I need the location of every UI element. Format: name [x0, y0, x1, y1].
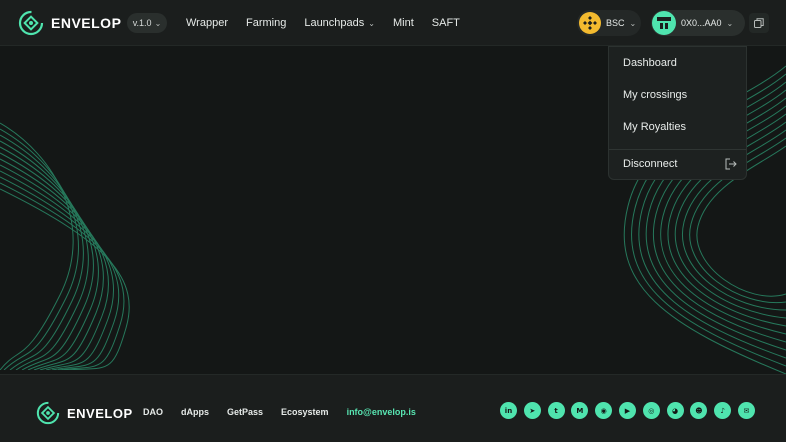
footer-logo[interactable]: ENVELOP — [36, 401, 133, 425]
top-navbar: ENVELOP v.1.0 ⌄ Wrapper Farming Launchpa… — [0, 0, 786, 46]
nav-saft-label: SAFT — [431, 17, 460, 29]
chevron-down-icon: ⌄ — [726, 18, 734, 28]
network-selector[interactable]: BSC ⌄ — [577, 10, 641, 36]
chevron-down-icon: ⌄ — [368, 18, 375, 28]
footer-link-getpass[interactable]: GetPass — [227, 407, 263, 417]
avatar-icon — [652, 11, 676, 35]
envelop-logo-icon — [36, 401, 60, 425]
footer-email-link[interactable]: info@envelop.is — [347, 407, 416, 417]
wallet-button[interactable]: 0X0...AA0 ⌄ — [651, 10, 745, 36]
bnb-icon — [579, 12, 601, 34]
menu-item-my-royalties[interactable]: My Royalties — [623, 121, 686, 133]
copy-address-button[interactable] — [749, 13, 769, 33]
menu-divider — [609, 149, 746, 150]
footer-links: DAO dApps GetPass Ecosystem info@envelop… — [143, 407, 416, 417]
reddit-icon[interactable]: ☻ — [690, 402, 708, 419]
envelop-logo-icon — [18, 10, 44, 36]
discord-icon[interactable]: ◕ — [666, 402, 684, 419]
nav-farming[interactable]: Farming — [246, 17, 286, 29]
decorative-waves-left — [0, 122, 130, 370]
copy-icon — [754, 18, 764, 28]
footer-link-dapps[interactable]: dApps — [181, 407, 209, 417]
medium-icon[interactable]: M — [571, 402, 589, 419]
nav-launchpads[interactable]: Launchpads ⌄ — [304, 17, 375, 29]
linkedin-icon[interactable]: in — [500, 402, 517, 419]
footer-logo-text: ENVELOP — [67, 405, 133, 421]
nav-farming-label: Farming — [245, 17, 287, 29]
nav-saft[interactable]: SAFT — [432, 17, 460, 29]
chevron-down-icon: ⌄ — [629, 18, 637, 28]
tiktok-icon[interactable]: ♪ — [714, 402, 732, 419]
menu-item-disconnect[interactable]: Disconnect — [623, 158, 677, 170]
chevron-down-icon: ⌄ — [154, 18, 162, 28]
main-nav: Wrapper Farming Launchpads ⌄ Mint SAFT — [186, 0, 460, 46]
menu-item-my-crossings[interactable]: My crossings — [623, 89, 687, 101]
wallet-address: 0X0...AA0 — [681, 18, 722, 28]
twitter-icon[interactable]: t — [547, 402, 565, 419]
account-dropdown-menu: Dashboard My crossings My Royalties Disc… — [608, 46, 747, 180]
logo-text: ENVELOP — [51, 15, 122, 31]
logout-icon — [725, 158, 737, 170]
instagram-icon[interactable]: ◎ — [642, 402, 660, 419]
telegram-icon[interactable]: ➤ — [523, 402, 541, 419]
menu-item-dashboard[interactable]: Dashboard — [623, 57, 677, 69]
envelop-logo[interactable]: ENVELOP — [18, 10, 121, 36]
nav-mint-label: Mint — [392, 17, 414, 29]
nav-wrapper-label: Wrapper — [186, 17, 228, 29]
version-selector[interactable]: v.1.0 ⌄ — [127, 13, 167, 33]
nav-launchpads-label: Launchpads — [304, 17, 365, 29]
network-label: BSC — [606, 18, 625, 28]
footer: ENVELOP DAO dApps GetPass Ecosystem info… — [0, 374, 786, 442]
footer-link-ecosystem[interactable]: Ecosystem — [281, 407, 329, 417]
chat-icon[interactable]: ✉ — [737, 402, 755, 419]
social-links: in ➤ t M ◉ ▶ ◎ ◕ ☻ ♪ ✉ — [500, 402, 755, 419]
nav-mint[interactable]: Mint — [393, 17, 414, 29]
github-icon[interactable]: ◉ — [595, 402, 613, 419]
footer-link-dao[interactable]: DAO — [143, 407, 163, 417]
nav-wrapper[interactable]: Wrapper — [186, 17, 228, 29]
youtube-icon[interactable]: ▶ — [618, 402, 636, 419]
version-label: v.1.0 — [132, 18, 152, 28]
